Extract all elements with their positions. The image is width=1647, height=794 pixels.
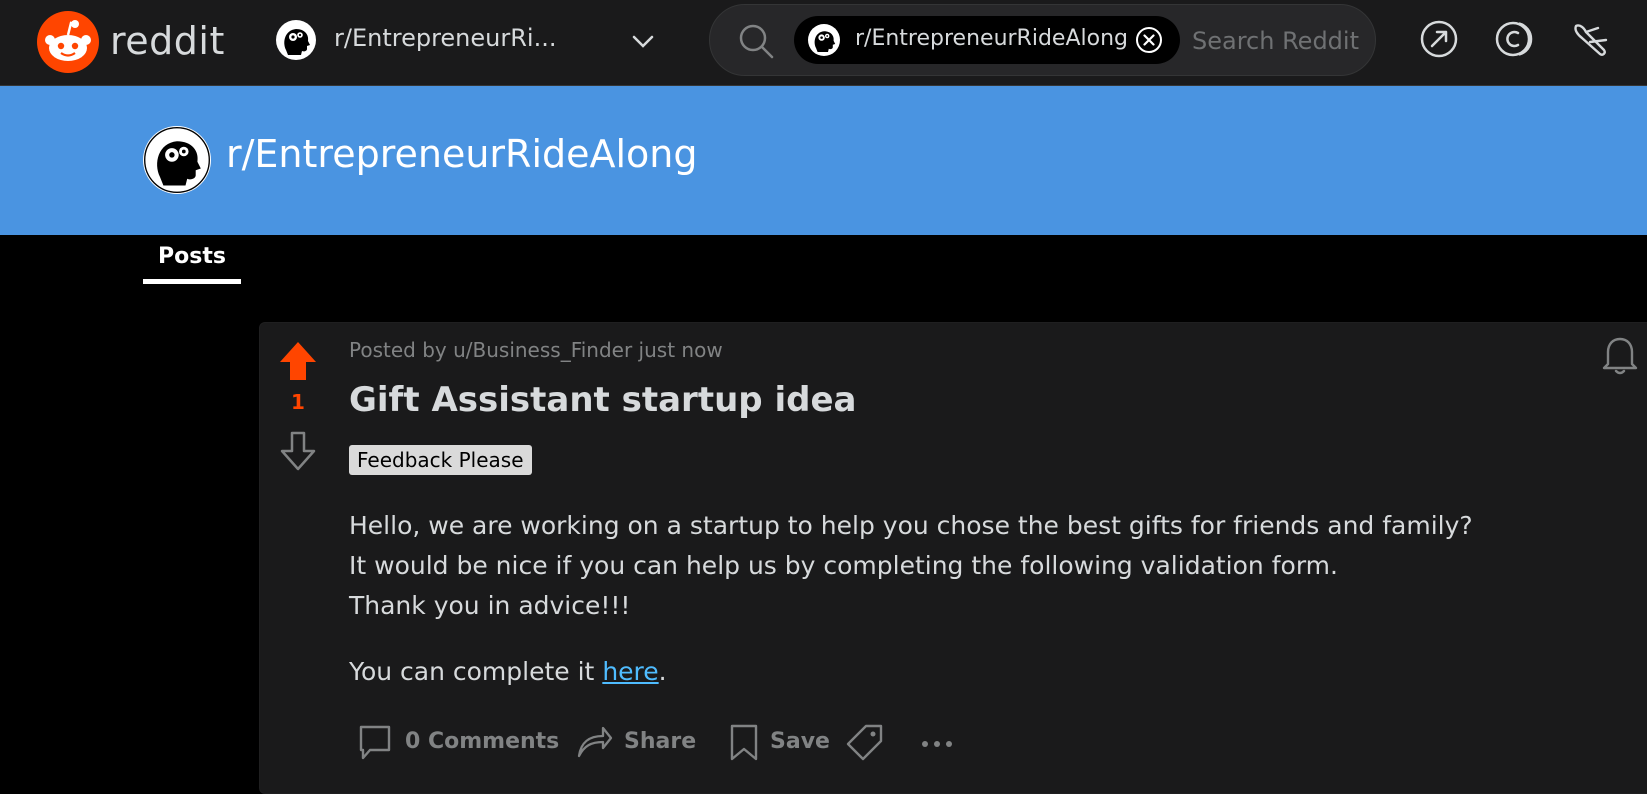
more-options-button[interactable] — [918, 720, 958, 764]
search-chip-label: r/EntrepreneurRideAlong — [855, 26, 1128, 51]
save-button[interactable]: Save — [725, 720, 835, 764]
community-avatar[interactable] — [143, 126, 211, 194]
post-body-line: Thank you in advice!!! — [349, 591, 631, 620]
coins-icon[interactable] — [1494, 18, 1536, 60]
post-flair[interactable]: Feedback Please — [349, 445, 532, 475]
community-avatar — [808, 24, 840, 56]
share-icon — [577, 726, 613, 758]
reddit-logo[interactable] — [37, 11, 99, 73]
bookmark-icon — [730, 724, 758, 761]
tab-posts-label: Posts — [158, 244, 226, 269]
post-body-text: You can complete it — [349, 657, 603, 686]
tag-icon — [846, 724, 883, 761]
search-bar[interactable]: r/EntrepreneurRideAlong — [709, 4, 1376, 76]
community-title: r/EntrepreneurRideAlong — [226, 132, 698, 176]
upvote-icon[interactable] — [278, 340, 318, 382]
flair-tag-button[interactable] — [846, 720, 886, 764]
community-switcher-label: r/EntrepreneurRi... — [334, 24, 557, 52]
post-title[interactable]: Gift Assistant startup idea — [349, 380, 856, 420]
post-body-text: . — [658, 657, 667, 686]
chevron-down-icon — [632, 35, 654, 48]
bell-icon[interactable] — [1600, 334, 1640, 376]
all-icon[interactable] — [1570, 18, 1612, 60]
share-button[interactable]: Share — [575, 720, 697, 764]
comments-label: 0 Comments — [405, 729, 560, 754]
share-label: Share — [624, 729, 697, 754]
post-body-line: You can complete it here. — [349, 652, 1599, 692]
post-body: Hello, we are working on a startup to he… — [349, 506, 1599, 692]
clear-icon[interactable] — [1134, 25, 1164, 55]
top-navigation-bar: reddit r/EntrepreneurRi... r/Entrepreneu… — [0, 0, 1647, 86]
save-label: Save — [770, 729, 830, 754]
popular-icon[interactable] — [1418, 18, 1460, 60]
search-icon — [739, 24, 774, 59]
search-community-chip[interactable]: r/EntrepreneurRideAlong — [794, 16, 1180, 64]
comment-icon — [359, 725, 391, 760]
post-meta[interactable]: Posted by u/Business_Finder just now — [349, 338, 723, 362]
tab-posts[interactable]: Posts — [143, 244, 241, 284]
community-switcher[interactable]: r/EntrepreneurRi... — [276, 18, 666, 66]
post-body-line: Hello, we are working on a startup to he… — [349, 511, 1473, 540]
more-icon — [922, 741, 952, 747]
search-input[interactable] — [1190, 19, 1364, 63]
community-avatar — [276, 20, 316, 60]
community-banner: r/EntrepreneurRideAlong — [0, 86, 1647, 235]
form-link[interactable]: here — [602, 657, 658, 686]
comments-button[interactable]: 0 Comments — [356, 720, 559, 764]
post-body-line: It would be nice if you can help us by c… — [349, 551, 1338, 580]
vote-count: 1 — [291, 390, 305, 414]
downvote-icon[interactable] — [278, 430, 318, 472]
reddit-wordmark[interactable]: reddit — [110, 14, 225, 68]
active-tab-indicator — [143, 279, 241, 284]
